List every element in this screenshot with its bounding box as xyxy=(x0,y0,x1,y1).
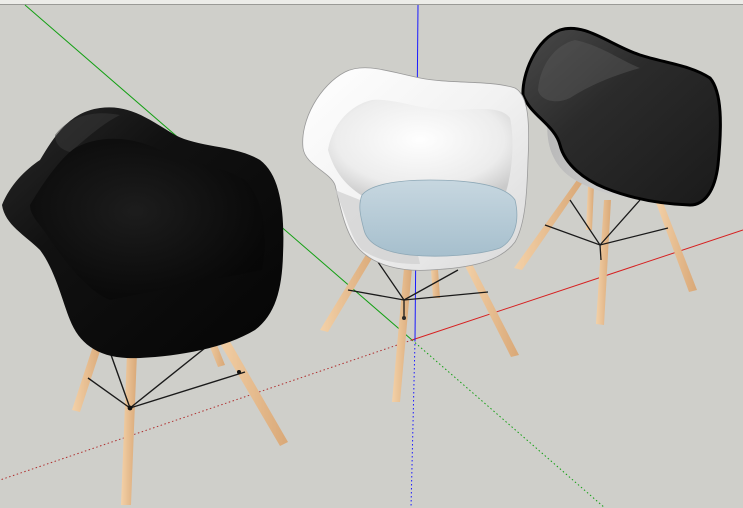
leg xyxy=(586,185,594,230)
green-axis-dotted xyxy=(411,339,606,508)
blue-axis-dotted xyxy=(410,339,416,508)
wire-base xyxy=(87,371,246,409)
seat-pad xyxy=(359,179,518,257)
leg xyxy=(463,262,519,357)
center-white-armchair[interactable] xyxy=(302,67,530,402)
right-dark-armchair[interactable] xyxy=(514,26,722,325)
leg xyxy=(215,333,288,446)
leg xyxy=(392,268,412,402)
3d-viewport[interactable] xyxy=(0,0,743,508)
red-axis-dotted xyxy=(0,339,413,481)
leg xyxy=(121,352,137,505)
scene-canvas[interactable] xyxy=(0,0,743,508)
leg xyxy=(596,200,611,325)
leg xyxy=(655,200,697,292)
left-black-armchair[interactable] xyxy=(2,107,288,505)
